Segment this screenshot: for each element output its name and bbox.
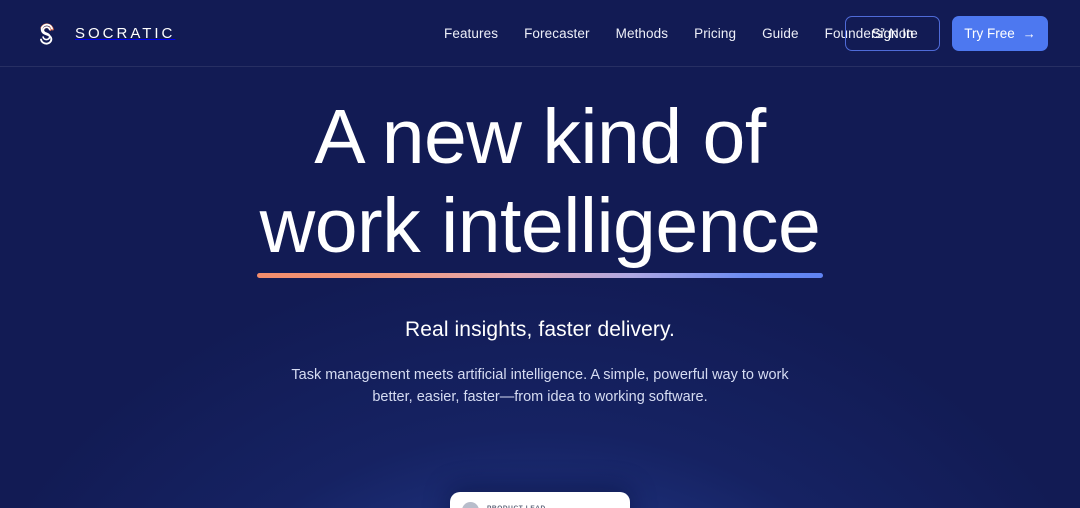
brand-logo-link[interactable]: SOCRATIC [32, 18, 175, 48]
hero-body-text: Task management meets artificial intelli… [280, 364, 800, 408]
landing-page: SOCRATIC Features Forecaster Methods Pri… [0, 0, 1080, 508]
floating-persona-card[interactable]: PRODUCT LEAD [450, 492, 630, 508]
hero-section: A new kind of work intelligence Real ins… [0, 67, 1080, 508]
nav-item-methods[interactable]: Methods [616, 26, 668, 41]
nav-item-forecaster[interactable]: Forecaster [524, 26, 590, 41]
try-free-button[interactable]: Try Free → [952, 16, 1048, 51]
site-header: SOCRATIC Features Forecaster Methods Pri… [0, 0, 1080, 67]
hero-body-line-2: better, easier, faster—from idea to work… [372, 389, 708, 406]
brand-name: SOCRATIC [75, 24, 176, 42]
spiral-s-logo-icon [32, 18, 62, 48]
hero-body-line-1: Task management meets artificial intelli… [291, 367, 789, 384]
headline-line-2-wrapper: work intelligence [256, 182, 824, 279]
hero-content: A new kind of work intelligence Real ins… [0, 67, 1080, 408]
nav-item-features[interactable]: Features [444, 26, 498, 41]
arrow-right-icon: → [1022, 26, 1036, 41]
gradient-underline-decoration [256, 273, 824, 279]
try-free-label: Try Free [964, 26, 1015, 41]
nav-item-guide[interactable]: Guide [762, 26, 799, 41]
sign-in-button[interactable]: Sign In [845, 16, 940, 51]
user-avatar [462, 502, 479, 508]
headline-line-1: A new kind of [314, 94, 766, 180]
hero-subheadline: Real insights, faster delivery. [405, 318, 675, 342]
header-actions: Sign In Try Free → [845, 0, 1048, 67]
page-title: A new kind of work intelligence [0, 93, 1080, 279]
nav-item-pricing[interactable]: Pricing [694, 26, 736, 41]
headline-line-2: work intelligence [259, 182, 821, 269]
